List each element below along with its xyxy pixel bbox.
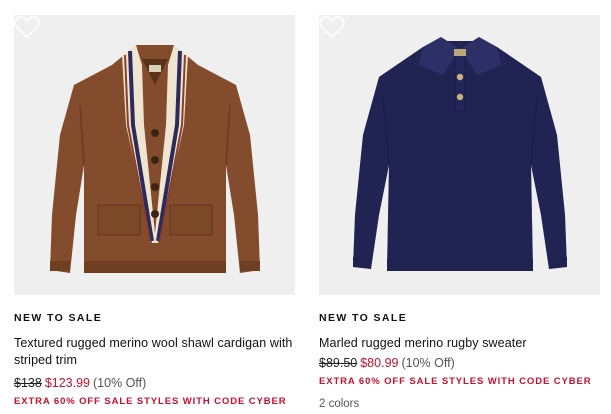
new-to-sale-badge: NEW TO SALE xyxy=(319,312,408,324)
cardigan-image xyxy=(50,45,260,273)
heart-icon[interactable] xyxy=(319,15,345,39)
new-to-sale-badge: NEW TO SALE xyxy=(14,312,103,324)
discount-percent: (10% Off) xyxy=(401,356,455,370)
product-title[interactable]: Marled rugged merino rugby sweater xyxy=(319,335,600,352)
sale-price: $123.99 xyxy=(44,376,90,390)
product-title[interactable]: Textured rugged merino wool shawl cardig… xyxy=(14,335,295,369)
product-image[interactable] xyxy=(319,15,600,295)
product-grid: NEW TO SALE Textured rugged merino wool … xyxy=(0,0,611,414)
original-price: $138 xyxy=(14,376,42,390)
product-image[interactable] xyxy=(14,15,295,295)
sweater-image xyxy=(353,37,567,271)
price-row: $89.50 $80.99 (10% Off) xyxy=(319,355,600,371)
promo-text: EXTRA 60% OFF SALE STYLES WITH CODE CYBE… xyxy=(14,396,287,407)
original-price: $89.50 xyxy=(319,356,358,370)
color-count[interactable]: 2 colors xyxy=(319,397,600,411)
price-row: $138 $123.99 (10% Off) xyxy=(14,375,295,391)
product-card[interactable]: NEW TO SALE Marled rugged merino rugby s… xyxy=(319,15,600,411)
product-card[interactable]: NEW TO SALE Textured rugged merino wool … xyxy=(14,15,295,408)
heart-icon[interactable] xyxy=(14,15,40,39)
promo-text: EXTRA 60% OFF SALE STYLES WITH CODE CYBE… xyxy=(319,376,592,387)
sale-price: $80.99 xyxy=(360,356,399,370)
discount-percent: (10% Off) xyxy=(93,376,147,390)
